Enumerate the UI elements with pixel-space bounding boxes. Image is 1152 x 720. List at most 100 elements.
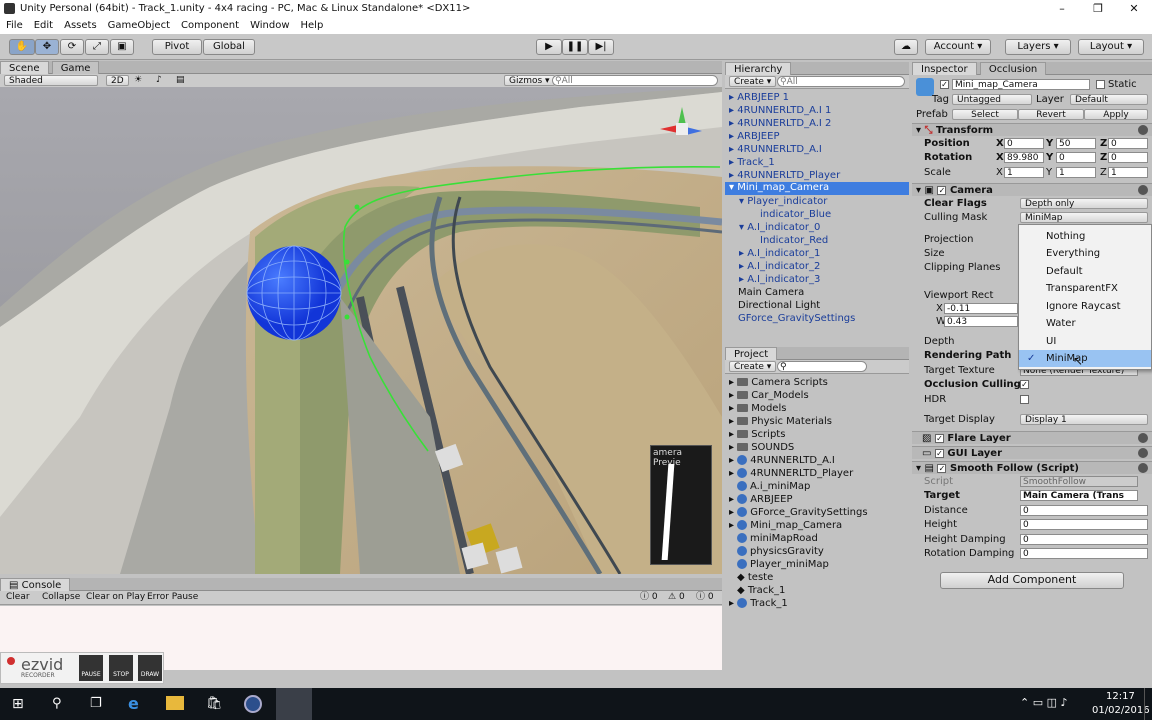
project-item-physicsgravity[interactable]: physicsGravity (737, 546, 824, 557)
hierarchy-item-player-indicator[interactable]: ▾ Player_indicator (739, 196, 827, 207)
shading-dropdown[interactable]: Shaded (4, 75, 98, 86)
project-folder-physic-materials[interactable]: ▸ Physic Materials (729, 416, 832, 427)
camera-header[interactable]: ▾ ▣ ✓ Camera (912, 183, 1152, 196)
layout-dropdown[interactable]: Layout ▾ (1078, 39, 1144, 55)
hdr-checkbox[interactable] (1020, 395, 1029, 404)
smooth-follow-header[interactable]: ▾ ▤ ✓ Smooth Follow (Script) (912, 461, 1152, 474)
show-desktop-button[interactable] (1144, 688, 1152, 720)
menu-option-transparentfx[interactable]: TransparentFX (1019, 280, 1151, 297)
hierarchy-item-arbjeep[interactable]: ▸ ARBJEEP (729, 131, 779, 142)
console-error-pause-button[interactable]: Error Pause (147, 591, 198, 604)
hierarchy-item-ai-indicator-1[interactable]: ▸ A.I_indicator_1 (739, 248, 820, 259)
audio-icon[interactable]: ♪ (156, 74, 162, 87)
culling-mask-dropdown[interactable]: MiniMap (1020, 212, 1148, 223)
hierarchy-search-input[interactable]: ⚲All (777, 76, 905, 87)
file-explorer-icon[interactable] (166, 696, 184, 710)
project-item-ai-minimap[interactable]: A.i_miniMap (737, 481, 810, 492)
app-icon[interactable] (244, 695, 262, 713)
gui-layer-header[interactable]: ▭ ✓ GUI Layer (912, 446, 1152, 459)
gear-icon[interactable] (1138, 125, 1148, 135)
rotation-y-field[interactable]: 0 (1056, 152, 1096, 163)
flare-layer-header[interactable]: ▨ ✓ Flare Layer (912, 431, 1152, 444)
project-folder-models[interactable]: ▸ Models (729, 403, 786, 414)
distance-field[interactable]: 0 (1020, 505, 1148, 516)
scene-viewport[interactable]: amera Previe (0, 87, 722, 574)
static-checkbox[interactable] (1096, 80, 1105, 89)
clear-flags-dropdown[interactable]: Depth only (1020, 198, 1148, 209)
tab-hierarchy[interactable]: Hierarchy (725, 62, 792, 75)
hierarchy-item-4runner-ai-1[interactable]: ▸ 4RUNNERLTD_A.I 1 (729, 105, 831, 116)
hierarchy-item-ai-indicator-0[interactable]: ▾ A.I_indicator_0 (739, 222, 820, 233)
hierarchy-item-main-camera[interactable]: Main Camera (738, 287, 804, 298)
windows-start-icon[interactable]: ⊞ (12, 696, 24, 712)
hierarchy-item-4runner-ai[interactable]: ▸ 4RUNNERLTD_A.I (729, 144, 822, 155)
tab-console[interactable]: ▤ Console (0, 578, 71, 591)
menu-option-everything[interactable]: Everything (1019, 245, 1151, 262)
add-component-button[interactable]: Add Component (940, 572, 1124, 589)
menu-option-default[interactable]: Default (1019, 263, 1151, 280)
menu-option-nothing[interactable]: Nothing (1019, 228, 1151, 245)
menu-window[interactable]: Window (250, 18, 289, 34)
move-tool-icon[interactable]: ✥ (35, 39, 59, 55)
menu-option-ui[interactable]: UI (1019, 333, 1151, 350)
menu-option-ignore-raycast[interactable]: Ignore Raycast (1019, 298, 1151, 315)
rotate-tool-icon[interactable]: ⟳ (60, 39, 84, 55)
project-item-player-minimap[interactable]: Player_miniMap (737, 559, 829, 570)
project-prefab-arbjeep[interactable]: ▸ ARBJEEP (729, 494, 792, 505)
gear-icon[interactable] (1138, 448, 1148, 458)
rect-tool-icon[interactable]: ▣ (110, 39, 134, 55)
viewport-w-field[interactable]: 0.43 (944, 316, 1018, 327)
scene-search-input[interactable]: ⚲All (552, 75, 718, 86)
scale-y-field[interactable]: 1 (1056, 167, 1096, 178)
project-search-input[interactable]: ⚲ (777, 361, 867, 372)
project-folder-sounds[interactable]: ▸ SOUNDS (729, 442, 794, 453)
prefab-revert-button[interactable]: Revert (1018, 109, 1084, 120)
maximize-button[interactable]: ❐ (1080, 0, 1116, 18)
account-dropdown[interactable]: Account ▾ (925, 39, 991, 55)
unity-taskbar-icon[interactable] (276, 688, 312, 720)
pause-button[interactable]: ❚❚ (562, 39, 588, 55)
edge-icon[interactable]: e (128, 694, 139, 713)
console-info-count[interactable]: ⓘ 0 (640, 591, 658, 604)
layers-dropdown[interactable]: Layers ▾ (1005, 39, 1071, 55)
console-warning-count[interactable]: ⚠ 0 (668, 591, 685, 604)
project-folder-car-models[interactable]: ▸ Car_Models (729, 390, 809, 401)
ezvid-stop-button[interactable]: STOP (109, 655, 133, 681)
rotation-damping-field[interactable]: 0 (1020, 548, 1148, 559)
hierarchy-create-dropdown[interactable]: Create ▾ (729, 76, 777, 87)
project-prefab-track-1[interactable]: ▸ Track_1 (729, 598, 788, 609)
gear-icon[interactable] (1138, 463, 1148, 473)
occlusion-culling-checkbox[interactable]: ✓ (1020, 380, 1029, 389)
scene-orientation-gizmo[interactable] (656, 103, 710, 151)
scale-z-field[interactable]: 1 (1108, 167, 1148, 178)
menu-assets[interactable]: Assets (64, 18, 97, 34)
minimize-button[interactable]: – (1044, 0, 1080, 18)
menu-option-water[interactable]: Water (1019, 315, 1151, 332)
active-checkbox[interactable]: ✓ (940, 80, 949, 89)
tab-occlusion[interactable]: Occlusion (979, 62, 1047, 75)
gizmos-dropdown[interactable]: Gizmos ▾ (504, 75, 555, 86)
hierarchy-item-arbjeep-1[interactable]: ▸ ARBJEEP 1 (729, 92, 789, 103)
hierarchy-item-indicator-red[interactable]: Indicator_Red (760, 235, 828, 246)
menu-gameobject[interactable]: GameObject (108, 18, 170, 34)
hand-tool-icon[interactable]: ✋ (9, 39, 35, 55)
console-clear-button[interactable]: Clear (6, 591, 30, 604)
prefab-select-button[interactable]: Select (952, 109, 1018, 120)
project-folder-camera-scripts[interactable]: ▸ Camera Scripts (729, 377, 828, 388)
hierarchy-item-track-1[interactable]: ▸ Track_1 (729, 157, 775, 168)
project-prefab-mini-map-camera[interactable]: ▸ Mini_map_Camera (729, 520, 842, 531)
close-button[interactable]: ✕ (1116, 0, 1152, 18)
tag-dropdown[interactable]: Untagged (952, 94, 1032, 105)
console-error-count[interactable]: ⓘ 0 (696, 591, 714, 604)
tab-inspector[interactable]: Inspector (912, 62, 977, 75)
task-view-icon[interactable]: ❐ (90, 696, 102, 711)
search-icon[interactable]: ⚲ (52, 696, 62, 711)
project-prefab-4runner-ai[interactable]: ▸ 4RUNNERLTD_A.I (729, 455, 835, 466)
height-damping-field[interactable]: 0 (1020, 534, 1148, 545)
hierarchy-item-directional-light[interactable]: Directional Light (738, 300, 820, 311)
project-prefab-gforce[interactable]: ▸ GForce_GravitySettings (729, 507, 868, 518)
target-field[interactable]: Main Camera (Trans (1020, 490, 1138, 501)
tab-game[interactable]: Game (51, 61, 100, 74)
console-clear-on-play-button[interactable]: Clear on Play (86, 591, 145, 604)
ezvid-pause-button[interactable]: PAUSE (79, 655, 103, 681)
